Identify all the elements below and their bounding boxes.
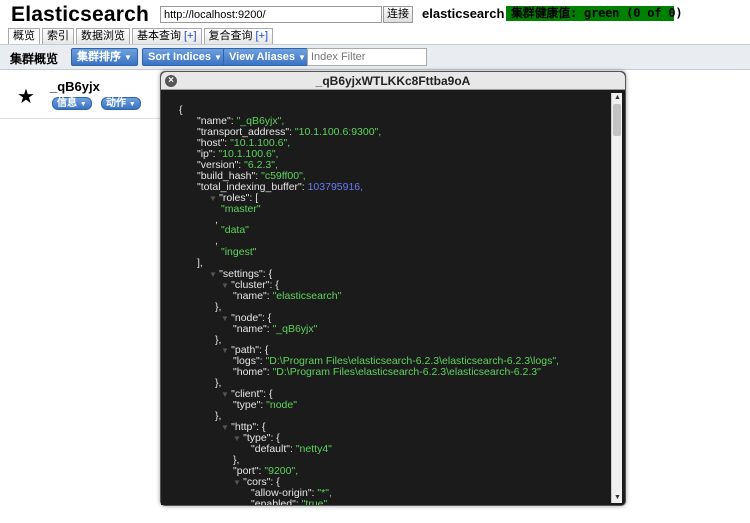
close-icon[interactable]: ×: [165, 75, 177, 87]
master-star-icon: ★: [17, 86, 35, 108]
button-label: Sort Indices: [148, 51, 211, 63]
header: Elasticsearch 连接 elasticsearch 集群健康值: gr…: [0, 0, 750, 28]
json-token: "enabled":: [251, 498, 302, 506]
tab-label: 索引: [47, 30, 69, 42]
tab-compound-query[interactable]: 复合查询 [+]: [203, 28, 274, 44]
json-token: {: [179, 104, 183, 116]
add-tab-link[interactable]: [+]: [184, 30, 197, 42]
vertical-scrollbar[interactable]: ▲ ▼: [611, 93, 622, 503]
expand-toggle-icon[interactable]: ▼: [209, 194, 219, 203]
json-token: "home":: [233, 366, 273, 378]
json-line: ,: [215, 236, 218, 247]
tab-bar: 概览 索引 数据浏览 基本查询 [+] 复合查询 [+]: [8, 28, 275, 44]
node-info-dialog: _qB6yjxWTLKKc8Fttba9oA × { "name": "_qB6y…: [160, 71, 626, 506]
tab-browser[interactable]: 数据浏览: [76, 28, 130, 44]
json-token: ],: [197, 257, 203, 269]
button-label: View Aliases: [229, 51, 296, 63]
scroll-up-arrow-icon[interactable]: ▲: [612, 93, 623, 103]
chevron-down-icon: ▼: [128, 101, 136, 108]
chevron-down-icon: ▼: [79, 101, 87, 108]
json-token: "name":: [233, 290, 273, 302]
json-token: "node": [266, 399, 297, 411]
json-token: "elasticsearch": [272, 290, 342, 302]
toolbar-title: 集群概览: [10, 52, 59, 66]
json-token: "data": [221, 224, 249, 236]
tab-overview[interactable]: 概览: [8, 28, 40, 44]
json-line: ,: [215, 215, 218, 226]
json-token: "name":: [233, 323, 273, 335]
app-title: Elasticsearch: [11, 3, 150, 26]
expand-toggle-icon[interactable]: ▼: [233, 478, 243, 487]
button-label: 动作: [106, 98, 126, 109]
json-line: "ingest": [221, 247, 256, 258]
scroll-down-arrow-icon[interactable]: ▼: [612, 493, 623, 503]
button-label: 集群排序: [77, 51, 121, 63]
json-token: "true": [301, 498, 328, 506]
url-input[interactable]: [160, 6, 382, 23]
chevron-down-icon: ▼: [298, 53, 306, 62]
json-line: "master": [221, 204, 261, 215]
button-label: 信息: [57, 98, 77, 109]
json-line: "default": "netty4": [251, 444, 332, 455]
scroll-thumb[interactable]: [613, 104, 621, 136]
json-line: },: [215, 411, 221, 422]
json-line: "enabled": "true": [251, 498, 328, 506]
json-token: "default":: [251, 443, 296, 455]
node-panel: ★ _qB6yjx 信息 ▼ 动作 ▼: [0, 71, 162, 119]
json-line: },: [215, 378, 221, 389]
tab-basic-query[interactable]: 基本查询 [+]: [132, 28, 202, 44]
expand-toggle-icon[interactable]: ▼: [209, 270, 219, 279]
connect-button[interactable]: 连接: [383, 6, 413, 23]
json-line: "name": "elasticsearch": [233, 291, 341, 302]
index-filter-input[interactable]: [307, 48, 427, 66]
expand-toggle-icon[interactable]: ▼: [221, 390, 231, 399]
expand-toggle-icon[interactable]: ▼: [221, 314, 231, 323]
json-line: ],: [197, 258, 203, 269]
json-token: "10.1.100.6:9300",: [294, 126, 382, 138]
json-token: ,: [215, 235, 218, 247]
expand-toggle-icon[interactable]: ▼: [221, 346, 231, 355]
dialog-title: _qB6yjxWTLKKc8Fttba9oA: [315, 74, 471, 88]
chevron-down-icon: ▼: [213, 53, 222, 62]
chevron-down-icon: ▼: [124, 53, 132, 62]
node-name: _qB6yjx: [50, 79, 100, 94]
json-token: },: [215, 410, 222, 422]
json-line: "name": "_qB6yjx": [233, 324, 317, 335]
json-token: },: [215, 301, 222, 313]
tab-indices[interactable]: 索引: [42, 28, 74, 44]
json-token: 103795916,: [307, 181, 364, 193]
tab-label: 基本查询: [137, 30, 181, 42]
dialog-titlebar[interactable]: _qB6yjxWTLKKc8Fttba9oA ×: [161, 72, 625, 90]
json-token: "type":: [233, 399, 267, 411]
cluster-health-badge: 集群健康值: green (0 of 0): [506, 6, 683, 21]
json-viewer: {"name": "_qB6yjx", "transport_address": …: [161, 91, 611, 505]
cluster-name: elasticsearch: [422, 6, 505, 21]
expand-toggle-icon[interactable]: ▼: [221, 423, 231, 432]
json-line: {: [179, 105, 183, 116]
expand-toggle-icon[interactable]: ▼: [233, 434, 243, 443]
node-actions-button[interactable]: 动作 ▼: [101, 97, 141, 110]
toolbar: 集群概览 集群排序 ▼ Sort Indices ▼ View Aliases ▼: [0, 44, 750, 70]
tab-label: 概览: [13, 30, 35, 42]
json-token: "D:\Program Files\elasticsearch-6.2.3\el…: [272, 366, 541, 378]
tab-label: 复合查询: [208, 30, 253, 42]
json-token: "ingest": [221, 246, 257, 258]
tab-label: 数据浏览: [81, 30, 125, 42]
json-token: "_qB6yjx": [272, 323, 318, 335]
node-info-button[interactable]: 信息 ▼: [52, 97, 92, 110]
expand-toggle-icon[interactable]: ▼: [221, 281, 231, 290]
json-token: "master": [221, 203, 261, 215]
json-line: "data": [221, 225, 249, 236]
sort-cluster-button[interactable]: 集群排序 ▼: [71, 48, 138, 66]
sort-indices-button[interactable]: Sort Indices ▼: [142, 48, 228, 66]
json-token: "netty4": [295, 443, 332, 455]
json-line: },: [215, 302, 221, 313]
json-token: ,: [215, 214, 218, 226]
view-aliases-button[interactable]: View Aliases ▼: [223, 48, 312, 66]
add-tab-link[interactable]: [+]: [256, 30, 269, 42]
json-line: "home": "D:\Program Files\elasticsearch-…: [233, 367, 541, 378]
json-token: },: [215, 377, 222, 389]
json-line: "type": "node": [233, 400, 297, 411]
